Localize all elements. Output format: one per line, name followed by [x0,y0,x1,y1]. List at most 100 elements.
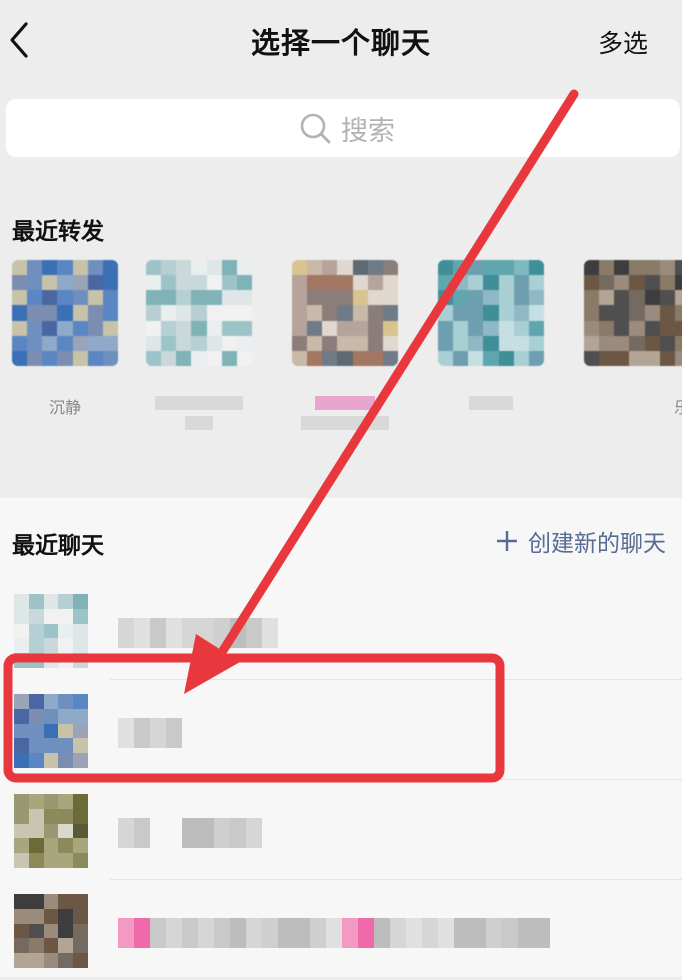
chat-row[interactable] [0,780,682,880]
avatar-pixel [102,305,118,321]
avatar-pixel [629,350,645,366]
blurred-text-block [182,918,198,948]
avatar-pixel [206,350,222,366]
avatar-pixel [42,320,58,336]
avatar-pixel [382,290,398,306]
avatar-pixel [43,694,59,709]
chat-row[interactable] [0,580,682,680]
avatar-pixel [438,290,454,306]
blurred-text-block [326,918,342,948]
avatar-pixel [161,350,177,366]
recent-forward-item[interactable]: 沉静 [12,260,118,418]
avatar-pixel [674,335,682,351]
avatar-pixel [73,738,88,754]
avatar-pixel [644,260,660,276]
avatar-pixel [498,335,514,351]
recent-forward-name: 沉静 [48,398,81,417]
avatar-pixel [28,938,44,954]
avatar-pixel [322,275,338,291]
avatar-pixel [43,794,59,809]
recent-forward-item[interactable]: 乐 [584,260,682,418]
avatar-pixel [87,350,103,366]
avatar-pixel [221,290,237,306]
recent-chats-panel: 最近聊天 创建新的聊天 [0,498,682,977]
blurred-text-block [150,818,166,848]
avatar-pixel [176,305,192,321]
avatar-pixel [528,260,544,276]
blurred-name [315,396,375,410]
chat-row[interactable] [0,880,682,980]
avatar-pixel [58,953,74,968]
avatar-pixel [28,694,44,709]
avatar-pixel [528,335,544,351]
avatar-pixel [12,260,28,276]
blurred-text-block [358,918,374,948]
avatar [438,260,544,366]
new-chat-button[interactable]: 创建新的聊天 [496,524,666,558]
recent-forward-item[interactable] [146,260,252,430]
avatar-pixel [221,320,237,336]
avatar-pixel [292,275,308,291]
avatar-pixel [498,260,514,276]
avatar-pixel [236,320,252,336]
avatar-pixel [28,953,44,968]
avatar-pixel [367,335,383,351]
blurred-chat-name [118,918,550,948]
avatar-pixel [42,350,58,366]
avatar-pixel [176,350,192,366]
avatar-pixel [58,723,74,739]
recent-forward-item[interactable] [438,260,544,410]
avatar-pixel [73,923,88,939]
avatar-pixel [72,320,88,336]
avatar-pixel [43,753,59,768]
avatar-pixel [42,335,58,351]
avatar-pixel [599,350,615,366]
avatar-pixel [72,275,88,291]
avatar-pixel [352,275,368,291]
avatar-pixel [14,808,29,824]
chat-row-highlighted[interactable] [0,680,682,780]
avatar-pixel [438,335,454,351]
avatar-pixel [221,305,237,321]
search-input[interactable]: 搜索 [6,99,680,157]
avatar-pixel [659,305,675,321]
blurred-chat-name [118,818,262,848]
avatar-pixel [352,290,368,306]
avatar-pixel [42,260,58,276]
avatar-pixel [337,335,353,351]
blurred-text-block [470,918,486,948]
blurred-text-block [166,918,182,948]
avatar-pixel [498,290,514,306]
avatar-pixel [191,275,207,291]
avatar-pixel [468,290,484,306]
blurred-text-block [166,718,182,748]
avatar-pixel [58,838,74,854]
avatar-pixel [206,305,222,321]
avatar-pixel [102,320,118,336]
avatar-pixel [483,305,499,321]
avatar-pixel [87,320,103,336]
avatar-pixel [367,305,383,321]
blurred-text-block [262,618,278,648]
avatar-pixel [513,350,529,366]
avatar-pixel [146,290,162,306]
blurred-text-block [230,918,246,948]
avatar-pixel [483,290,499,306]
avatar-pixel [28,823,44,839]
avatar-pixel [322,290,338,306]
recent-forward-item[interactable] [292,260,398,430]
avatar-pixel [58,923,74,939]
blurred-text-block [118,618,134,648]
avatar-pixel [191,290,207,306]
avatar-pixel [352,320,368,336]
avatar-pixel [337,350,353,366]
blurred-text-block [182,818,198,848]
avatar-pixel [453,335,469,351]
avatar-pixel [102,260,118,276]
multi-select-button[interactable]: 多选 [598,24,648,60]
avatar-pixel [453,275,469,291]
avatar-pixel [58,708,74,724]
avatar-pixel [87,335,103,351]
avatar-pixel [236,350,252,366]
avatar-pixel [42,305,58,321]
